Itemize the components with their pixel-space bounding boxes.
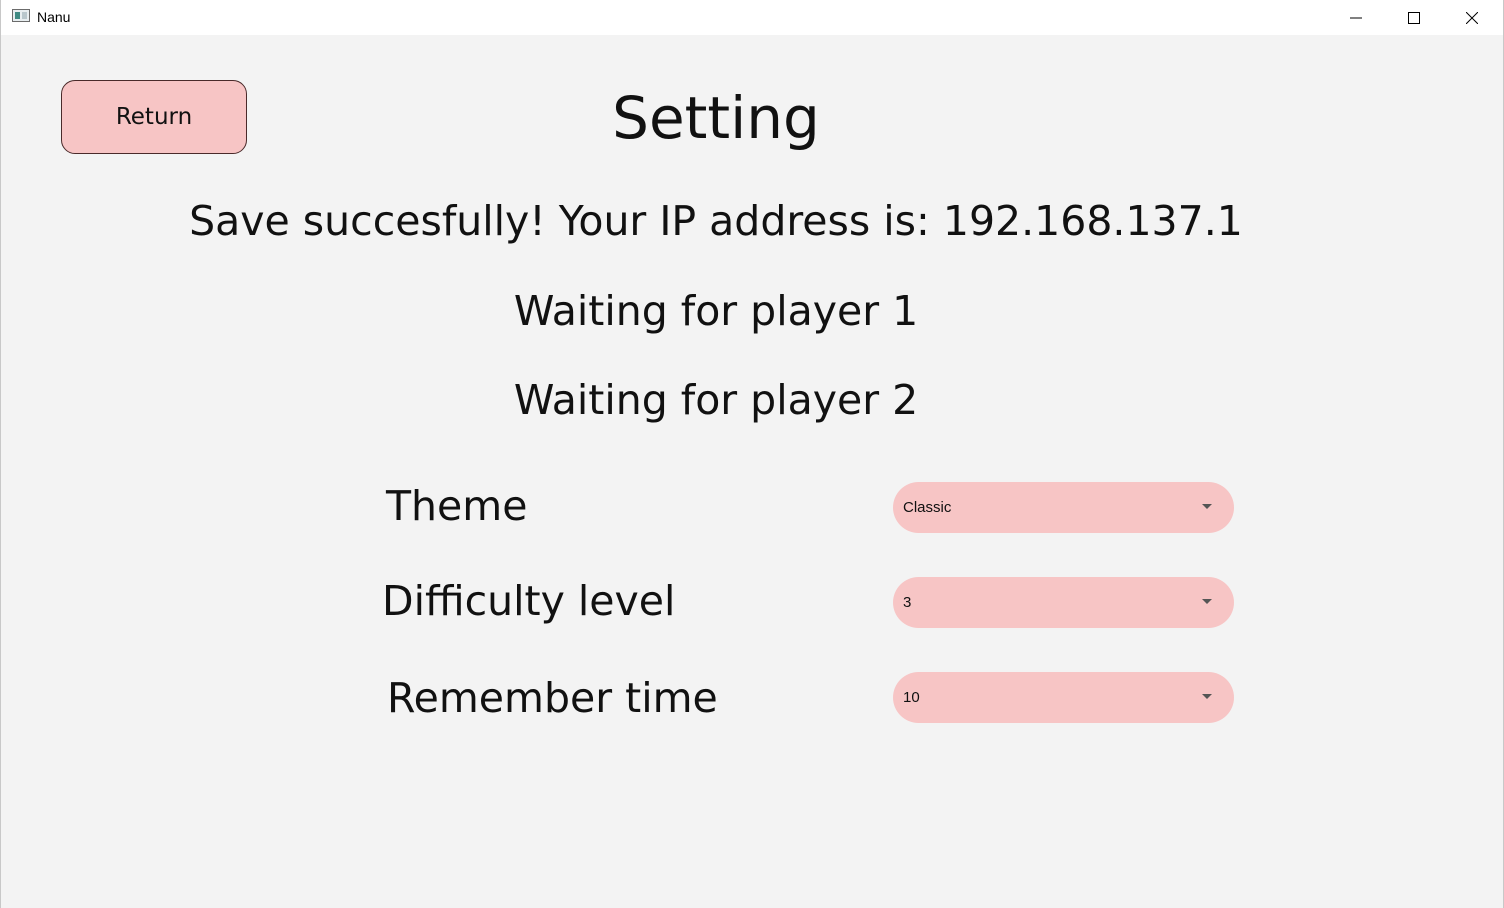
page-title: Setting xyxy=(612,84,820,152)
remember-time-label: Remember time xyxy=(387,674,718,722)
chevron-down-icon xyxy=(1202,599,1212,604)
remember-time-selected-value: 10 xyxy=(903,689,920,706)
title-bar[interactable]: Nanu xyxy=(1,0,1503,35)
minimize-button[interactable] xyxy=(1333,0,1379,35)
chevron-down-icon xyxy=(1202,504,1212,509)
difficulty-label: Difficulty level xyxy=(382,577,676,625)
theme-selected-value: Classic xyxy=(903,499,952,516)
maximize-icon xyxy=(1408,11,1420,24)
difficulty-selected-value: 3 xyxy=(903,594,912,611)
remember-time-dropdown[interactable]: 10 xyxy=(893,672,1234,723)
minimize-icon xyxy=(1350,17,1362,18)
app-icon xyxy=(12,9,30,22)
player2-status: Waiting for player 2 xyxy=(513,376,919,424)
window-title: Nanu xyxy=(37,9,71,25)
close-icon xyxy=(1466,11,1478,24)
app-window: Nanu Return Setting Save succesfully! Yo… xyxy=(0,0,1504,908)
theme-label: Theme xyxy=(386,482,528,530)
save-status-message: Save succesfully! Your IP address is: 19… xyxy=(189,197,1243,245)
chevron-down-icon xyxy=(1202,694,1212,699)
difficulty-dropdown[interactable]: 3 xyxy=(893,577,1234,628)
maximize-button[interactable] xyxy=(1391,0,1437,35)
close-button[interactable] xyxy=(1449,0,1495,35)
theme-dropdown[interactable]: Classic xyxy=(893,482,1234,533)
player1-status: Waiting for player 1 xyxy=(513,287,919,335)
